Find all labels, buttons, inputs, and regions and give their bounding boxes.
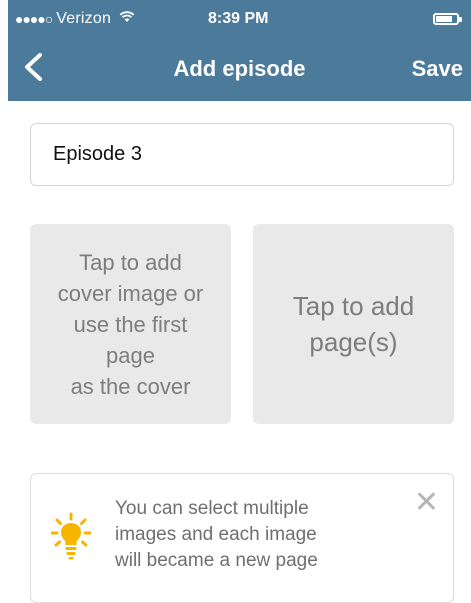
signal-icon: ●●●●○ — [15, 11, 53, 27]
battery-nub — [459, 17, 462, 22]
tip-message: You can select multiple images and each … — [115, 498, 318, 571]
episode-title-input[interactable] — [30, 123, 454, 186]
add-pages-tile[interactable]: Tap to add page(s) — [253, 224, 454, 424]
page-title: Add episode — [173, 56, 306, 81]
status-time: 8:39 PM — [208, 10, 269, 27]
add-pages-text: Tap to add page(s) — [292, 291, 415, 357]
battery-icon — [433, 13, 462, 25]
lightbulb-icon — [51, 512, 91, 560]
navigation-bar: Add episode Save — [8, 40, 471, 100]
battery-fill — [436, 16, 452, 22]
top-bar: ●●●●○ Verizon 8:39 PM Add episode Save — [8, 0, 471, 101]
save-button[interactable]: Save — [412, 56, 463, 82]
wifi-icon — [119, 10, 135, 28]
carrier-name: Verizon — [56, 10, 112, 27]
tip-card: You can select multiple images and each … — [30, 473, 454, 603]
carrier-info: ●●●●○ Verizon — [15, 10, 135, 28]
status-bar: ●●●●○ Verizon 8:39 PM — [8, 0, 471, 34]
close-icon[interactable]: ✕ — [414, 488, 439, 518]
add-cover-text: Tap to add cover image or use the first … — [57, 249, 204, 399]
add-cover-tile[interactable]: Tap to add cover image or use the first … — [30, 224, 231, 424]
